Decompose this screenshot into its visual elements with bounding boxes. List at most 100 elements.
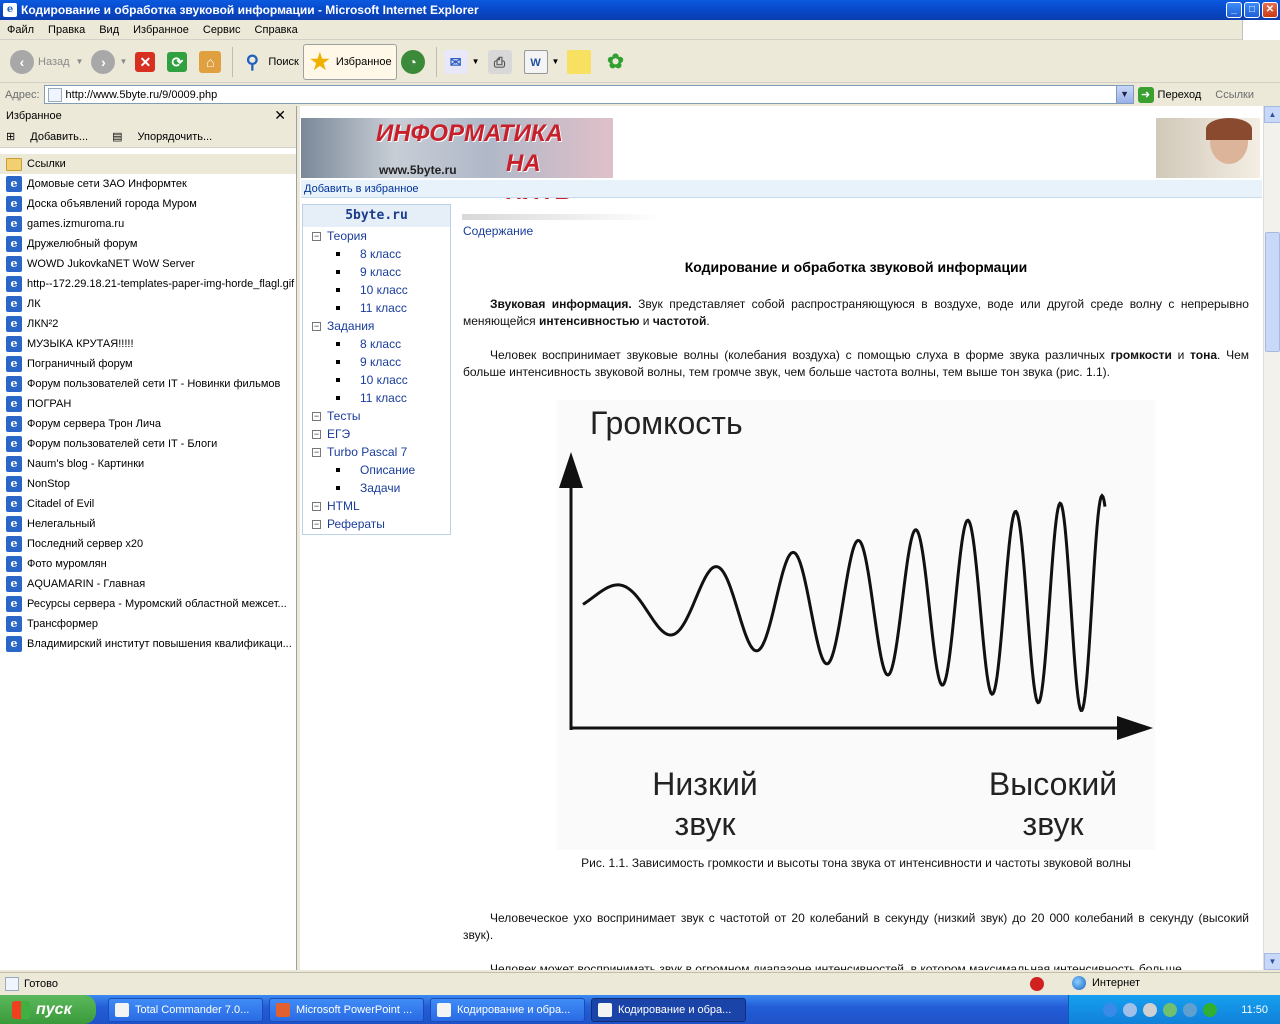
shield-icon[interactable] xyxy=(1163,1002,1177,1017)
site-nav-item[interactable]: − Рефераты xyxy=(303,515,450,533)
organize-favorites-button[interactable]: ▤ Упорядочить... xyxy=(112,130,224,143)
address-field[interactable]: http://www.5byte.ru/9/0009.php ▼ xyxy=(43,85,1134,104)
favorites-folder-links[interactable]: Ссылки xyxy=(0,154,296,174)
favorite-item[interactable]: e Форум сервера Трон Лича xyxy=(0,414,296,434)
favorite-item[interactable]: e ПОГРАН xyxy=(0,394,296,414)
favorite-item[interactable]: e Владимирский институт повышения квалифи… xyxy=(0,634,296,654)
favorite-item[interactable]: e Последний сервер x20 xyxy=(0,534,296,554)
messenger-button[interactable]: ✿ xyxy=(599,44,635,80)
favorite-item[interactable]: e Ресурсы сервера - Муромский областной м… xyxy=(0,594,296,614)
collapse-icon[interactable]: − xyxy=(312,411,321,421)
site-nav-item[interactable]: − Turbo Pascal 7 xyxy=(303,443,450,461)
site-nav-subitem[interactable]: 11 класс xyxy=(303,389,450,407)
favorite-item[interactable]: e Доска объявлений города Муром xyxy=(0,194,296,214)
links-toolbar[interactable]: Ссылки xyxy=(1215,89,1254,101)
site-nav-subitem[interactable]: 10 класс xyxy=(303,371,450,389)
task-ie-2[interactable]: Кодирование и обра... xyxy=(591,997,746,1022)
site-nav-item[interactable]: − Задания xyxy=(303,317,450,335)
site-nav-subitem[interactable]: 9 класс xyxy=(303,353,450,371)
collapse-icon[interactable]: − xyxy=(312,519,321,529)
minimize-button[interactable]: _ xyxy=(1226,2,1242,18)
menu-favorites[interactable]: Избранное xyxy=(126,24,196,36)
site-nav-subitem[interactable]: Описание xyxy=(303,461,450,479)
close-icon[interactable]: ✕ xyxy=(274,107,286,124)
favorite-item[interactable]: e Трансформер xyxy=(0,614,296,634)
contents-link[interactable]: Содержание xyxy=(463,224,533,238)
favorite-item[interactable]: e http--172.29.18.21-templates-paper-img-… xyxy=(0,274,296,294)
favorite-item[interactable]: e Дружелюбный форум xyxy=(0,234,296,254)
edit-button[interactable]: W ▼ xyxy=(520,44,564,80)
favorite-item[interactable]: e Домовые сети ЗАО Информтек xyxy=(0,174,296,194)
menu-file[interactable]: Файл xyxy=(0,24,41,36)
site-nav-subitem[interactable]: 8 класс xyxy=(303,245,450,263)
favorite-item[interactable]: e WOWD JukovkaNET WoW Server xyxy=(0,254,296,274)
scroll-down-icon[interactable]: ▼ xyxy=(1264,953,1280,970)
site-nav-subitem[interactable]: 11 класс xyxy=(303,299,450,317)
favorite-item[interactable]: e Форум пользователей сети IT - Блоги xyxy=(0,434,296,454)
favorite-item[interactable]: e ЛК xyxy=(0,294,296,314)
speaker-icon[interactable] xyxy=(1143,1002,1157,1017)
security-zone[interactable]: Интернет xyxy=(1072,976,1140,990)
site-nav-item[interactable]: − Теория xyxy=(303,227,450,245)
title-bar[interactable]: e Кодирование и обработка звуковой инфор… xyxy=(0,0,1280,20)
favorite-item[interactable]: e Нелегальный xyxy=(0,514,296,534)
favorite-item[interactable]: e NonStop xyxy=(0,474,296,494)
favorite-item[interactable]: e Форум пользователей сети IT - Новинки ф… xyxy=(0,374,296,394)
add-favorite-button[interactable]: ⊞ Добавить... xyxy=(6,130,100,143)
messenger-icon[interactable] xyxy=(1183,1002,1197,1017)
popup-blocked-icon[interactable] xyxy=(1030,977,1044,991)
task-powerpoint[interactable]: Microsoft PowerPoint ... xyxy=(269,997,424,1022)
task-ie-1[interactable]: Кодирование и обра... xyxy=(430,997,585,1022)
collapse-icon[interactable]: − xyxy=(312,429,321,439)
maximize-button[interactable]: □ xyxy=(1244,2,1260,18)
site-nav-item[interactable]: − HTML xyxy=(303,497,450,515)
collapse-icon[interactable]: − xyxy=(312,231,321,241)
favorite-item[interactable]: e ЛКN²2 xyxy=(0,314,296,334)
favorites-button[interactable]: ★ Избранное xyxy=(302,43,397,80)
history-button[interactable]: ◔ xyxy=(397,44,433,80)
close-button[interactable]: ✕ xyxy=(1262,2,1278,18)
mail-button[interactable]: ✉ ▼ xyxy=(440,44,484,80)
address-input[interactable]: http://www.5byte.ru/9/0009.php xyxy=(66,89,1116,101)
site-nav-subitem[interactable]: 8 класс xyxy=(303,335,450,353)
site-nav-item[interactable]: − ЕГЭ xyxy=(303,425,450,443)
menu-help[interactable]: Справка xyxy=(248,24,305,36)
site-logo[interactable]: ИНФОРМАТИКА НА ПЯТЬ www.5byte.ru xyxy=(301,118,613,205)
collapse-icon[interactable]: − xyxy=(312,447,321,457)
favorite-item[interactable]: e Фото муромлян xyxy=(0,554,296,574)
collapse-icon[interactable]: − xyxy=(312,321,321,331)
print-button[interactable]: ⎙ xyxy=(484,44,520,80)
stop-button[interactable]: ✕ xyxy=(131,44,163,80)
favorite-item[interactable]: e Naum's blog - Картинки xyxy=(0,454,296,474)
discuss-button[interactable] xyxy=(563,44,599,80)
site-nav-subitem[interactable]: 10 класс xyxy=(303,281,450,299)
site-nav-subitem[interactable]: 9 класс xyxy=(303,263,450,281)
menu-tools[interactable]: Сервис xyxy=(196,24,248,36)
site-nav-subitem[interactable]: Задачи xyxy=(303,479,450,497)
favorite-item[interactable]: e Пограничный форум xyxy=(0,354,296,374)
search-button[interactable]: ⚲ Поиск xyxy=(236,44,302,80)
favorite-item[interactable]: e Citadel of Evil xyxy=(0,494,296,514)
scroll-up-icon[interactable]: ▲ xyxy=(1264,106,1280,123)
menu-edit[interactable]: Правка xyxy=(41,24,92,36)
collapse-icon[interactable]: − xyxy=(312,501,321,511)
flower-icon[interactable] xyxy=(1203,1002,1217,1017)
favorite-item[interactable]: e МУЗЫКА КРУТАЯ!!!!! xyxy=(0,334,296,354)
task-total-commander[interactable]: Total Commander 7.0... xyxy=(108,997,263,1022)
go-button[interactable]: ➜ Переход xyxy=(1137,86,1201,103)
forward-button[interactable]: › ▼ xyxy=(87,44,131,80)
vertical-scrollbar[interactable]: ▲ ▼ xyxy=(1263,106,1280,970)
refresh-button[interactable]: ⟳ xyxy=(163,44,195,80)
clock[interactable]: 11:50 xyxy=(1241,1004,1268,1016)
scrollbar-thumb[interactable] xyxy=(1265,232,1280,352)
site-nav-item[interactable]: − Тесты xyxy=(303,407,450,425)
start-button[interactable]: пуск xyxy=(0,995,96,1024)
favorite-item[interactable]: e AQUAMARIN - Главная xyxy=(0,574,296,594)
back-button[interactable]: ‹ Назад ▼ xyxy=(6,44,87,80)
network-icon[interactable] xyxy=(1123,1002,1137,1017)
back-tray-icon[interactable] xyxy=(1103,1002,1117,1017)
favorite-item[interactable]: e games.izmuroma.ru xyxy=(0,214,296,234)
home-button[interactable]: ⌂ xyxy=(195,44,229,80)
add-to-favorites-link[interactable]: Добавить в избранное xyxy=(301,180,1262,198)
menu-view[interactable]: Вид xyxy=(92,24,126,36)
